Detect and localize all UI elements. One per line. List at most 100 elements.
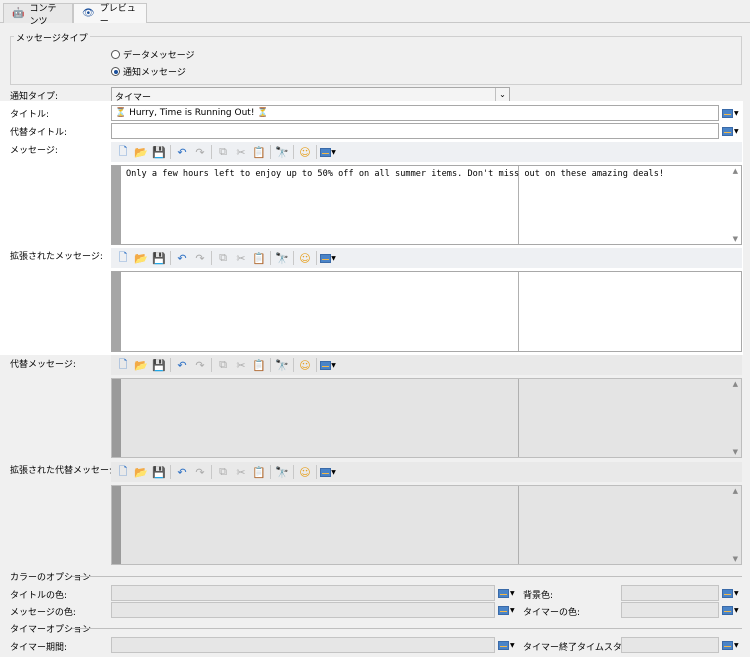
expanded-alt-message-editor[interactable]: ▲ ▼ [111, 485, 742, 565]
copy-icon[interactable]: ⧉ [214, 464, 232, 480]
new-icon[interactable]: 🗋 [114, 144, 132, 160]
personalize-dropdown[interactable]: ▼ [319, 250, 337, 266]
redo-icon[interactable]: ↷ [191, 144, 209, 160]
undo-icon[interactable]: ↶ [173, 357, 191, 373]
tab-preview-label: プレビュー [99, 3, 136, 27]
cut-icon[interactable]: ✂ [232, 357, 250, 373]
radio-button[interactable] [111, 50, 120, 59]
open-folder-icon[interactable]: 📂 [132, 357, 150, 373]
undo-icon[interactable]: ↶ [173, 144, 191, 160]
caret-down-icon: ▼ [734, 109, 739, 117]
alt-title-personalize-button[interactable]: ▼ [722, 124, 744, 138]
undo-icon[interactable]: ↶ [173, 464, 191, 480]
card-icon [320, 253, 332, 263]
timer-end-timestamp-picker[interactable]: ▼ [722, 638, 744, 652]
emoji-icon[interactable]: ☺ [296, 464, 314, 480]
title-color-input[interactable] [111, 585, 495, 601]
new-icon[interactable]: 🗋 [114, 250, 132, 266]
new-icon[interactable]: 🗋 [114, 357, 132, 373]
card-icon [498, 605, 509, 615]
scroll-down-icon[interactable]: ▼ [733, 448, 738, 456]
preview-divider [518, 379, 519, 457]
open-folder-icon[interactable]: 📂 [132, 144, 150, 160]
save-icon[interactable]: 💾 [150, 250, 168, 266]
copy-icon[interactable]: ⧉ [214, 144, 232, 160]
timer-duration-picker[interactable]: ▼ [498, 638, 520, 652]
card-icon [498, 588, 509, 598]
editor-gutter [112, 166, 121, 244]
scroll-up-icon[interactable]: ▲ [733, 487, 738, 495]
emoji-icon[interactable]: ☺ [296, 357, 314, 373]
card-icon [498, 640, 509, 650]
redo-icon[interactable]: ↷ [191, 250, 209, 266]
timer-color-picker[interactable]: ▼ [722, 603, 744, 617]
find-binoculars-icon[interactable]: 🔭 [273, 357, 291, 373]
timer-color-input[interactable] [621, 602, 719, 618]
find-binoculars-icon[interactable]: 🔭 [273, 464, 291, 480]
redo-icon[interactable]: ↷ [191, 464, 209, 480]
paste-icon[interactable]: 📋 [250, 250, 268, 266]
radio-button-selected[interactable] [111, 67, 120, 76]
timer-end-timestamp-input[interactable] [621, 637, 719, 653]
radio-notification-message[interactable]: 通知メッセージ [111, 65, 186, 78]
separator [211, 358, 212, 372]
save-icon[interactable]: 💾 [150, 357, 168, 373]
expanded-message-toolbar: 🗋 📂 💾 ↶ ↷ ⧉ ✂ 📋 🔭 ☺ ▼ [111, 248, 742, 268]
bg-color-picker[interactable]: ▼ [722, 586, 744, 600]
message-color-picker[interactable]: ▼ [498, 603, 520, 617]
new-icon[interactable]: 🗋 [114, 464, 132, 480]
title-label: タイトル: [10, 110, 50, 120]
save-icon[interactable]: 💾 [150, 144, 168, 160]
cut-icon[interactable]: ✂ [232, 144, 250, 160]
alt-message-editor[interactable]: ▲ ▼ [111, 378, 742, 458]
caret-down-icon: ▼ [331, 254, 336, 262]
separator [316, 251, 317, 265]
chevron-down-icon[interactable]: ⌄ [495, 88, 509, 101]
find-binoculars-icon[interactable]: 🔭 [273, 250, 291, 266]
emoji-icon[interactable]: ☺ [296, 144, 314, 160]
paste-icon[interactable]: 📋 [250, 357, 268, 373]
caret-down-icon: ▼ [510, 589, 515, 597]
alt-title-input[interactable] [111, 123, 719, 139]
separator [316, 465, 317, 479]
cut-icon[interactable]: ✂ [232, 464, 250, 480]
title-input[interactable]: ⏳ Hurry, Time is Running Out! ⏳ [111, 105, 719, 121]
cut-icon[interactable]: ✂ [232, 250, 250, 266]
redo-icon[interactable]: ↷ [191, 357, 209, 373]
personalize-dropdown[interactable]: ▼ [319, 357, 337, 373]
save-icon[interactable]: 💾 [150, 464, 168, 480]
scroll-up-icon[interactable]: ▲ [733, 167, 738, 175]
message-color-input[interactable] [111, 602, 495, 618]
separator [270, 358, 271, 372]
undo-icon[interactable]: ↶ [173, 250, 191, 266]
copy-icon[interactable]: ⧉ [214, 250, 232, 266]
title-color-picker[interactable]: ▼ [498, 586, 520, 600]
caret-down-icon: ▼ [331, 468, 336, 476]
open-folder-icon[interactable]: 📂 [132, 464, 150, 480]
emoji-icon[interactable]: ☺ [296, 250, 314, 266]
card-icon [320, 360, 332, 370]
expanded-message-editor[interactable] [111, 271, 742, 352]
personalize-dropdown[interactable]: ▼ [319, 144, 337, 160]
open-folder-icon[interactable]: 📂 [132, 250, 150, 266]
caret-down-icon: ▼ [734, 127, 739, 135]
title-personalize-button[interactable]: ▼ [722, 106, 744, 120]
tab-content[interactable]: 🤖 コンテンツ [3, 3, 73, 27]
expanded-alt-message-label: 拡張された代替メッセージ: [10, 466, 121, 476]
scroll-down-icon[interactable]: ▼ [733, 235, 738, 243]
personalize-dropdown[interactable]: ▼ [319, 464, 337, 480]
separator [293, 358, 294, 372]
scroll-down-icon[interactable]: ▼ [733, 555, 738, 563]
message-editor[interactable]: Only a few hours left to enjoy up to 50%… [111, 165, 742, 245]
tab-preview[interactable]: 👁 プレビュー [73, 3, 147, 27]
radio-data-message[interactable]: データメッセージ [111, 48, 195, 61]
copy-icon[interactable]: ⧉ [214, 357, 232, 373]
notify-type-select[interactable]: タイマー ⌄ [111, 87, 510, 103]
timer-duration-input[interactable] [111, 637, 495, 653]
paste-icon[interactable]: 📋 [250, 144, 268, 160]
find-binoculars-icon[interactable]: 🔭 [273, 144, 291, 160]
bg-color-input[interactable] [621, 585, 719, 601]
paste-icon[interactable]: 📋 [250, 464, 268, 480]
scroll-up-icon[interactable]: ▲ [733, 380, 738, 388]
tab-bar: 🤖 コンテンツ 👁 プレビュー [0, 0, 750, 27]
